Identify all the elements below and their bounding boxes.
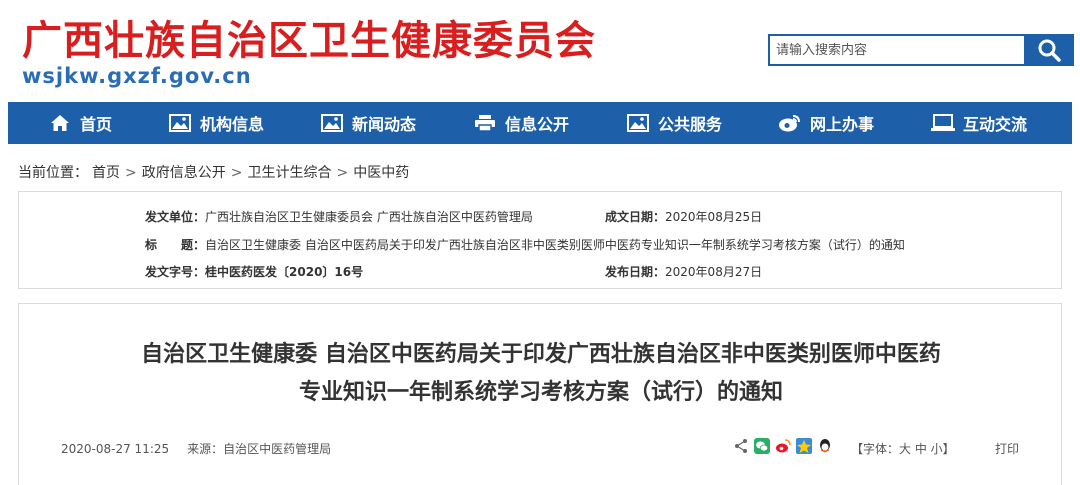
article-container: 自治区卫生健康委 自治区中医药局关于印发广西壮族自治区非中医类别医师中医药 专业… <box>18 303 1062 485</box>
wechat-icon[interactable] <box>754 438 770 454</box>
nav-item-label: 网上办事 <box>810 115 875 134</box>
breadcrumb-prefix: 当前位置： <box>18 165 88 181</box>
printer-icon <box>473 113 497 133</box>
article-meta: 2020-08-27 11:25 来源：自治区中医药管理局 <box>61 440 331 457</box>
meta-title: 标 题：自治区卫生健康委 自治区中医药局关于印发广西壮族自治区非中医类别医师中医… <box>145 236 905 253</box>
nav-item-interaction[interactable]: 互动交流 <box>931 102 1027 144</box>
nav-item-label: 首页 <box>80 115 113 134</box>
meta-created-date: 成文日期：2020年08月25日 <box>605 208 762 225</box>
breadcrumb-separator: > <box>125 165 137 181</box>
article-source: 来源：自治区中医药管理局 <box>187 442 332 456</box>
search-input[interactable] <box>776 42 1025 58</box>
share-icon[interactable] <box>733 438 749 454</box>
breadcrumb: 当前位置： 首页 > 政府信息公开 > 卫生计生综合 > 中医中药 <box>18 162 413 182</box>
nav-item-label: 信息公开 <box>505 115 570 134</box>
share-group <box>733 438 838 454</box>
meta-published-label: 发布日期： <box>605 265 666 279</box>
breadcrumb-item-home[interactable]: 首页 <box>92 165 120 181</box>
qq-icon[interactable] <box>817 438 833 454</box>
meta-title-value: 自治区卫生健康委 自治区中医药局关于印发广西壮族自治区非中医类别医师中医药专业知… <box>205 238 905 252</box>
breadcrumb-item-tcm[interactable]: 中医中药 <box>353 165 409 181</box>
nav-item-public-service[interactable]: 公共服务 <box>626 102 722 144</box>
article-title: 自治区卫生健康委 自治区中医药局关于印发广西壮族自治区非中医类别医师中医药 专业… <box>19 336 1063 412</box>
weibo-icon[interactable] <box>775 438 791 454</box>
meta-doc-number-value: 桂中医药医发〔2020〕16号 <box>205 265 364 279</box>
article-title-line: 自治区卫生健康委 自治区中医药局关于印发广西壮族自治区非中医类别医师中医药 <box>141 342 941 367</box>
font-size-control[interactable]: 【字体：大 中 小】 <box>851 440 955 457</box>
document-meta-box: 发文单位：广西壮族自治区卫生健康委员会 广西壮族自治区中医药管理局 成文日期：2… <box>18 191 1062 289</box>
meta-issuer-label: 发文单位： <box>145 210 206 224</box>
meta-doc-number: 发文字号：桂中医药医发〔2020〕16号 <box>145 263 363 280</box>
nav-item-label: 互动交流 <box>963 115 1028 134</box>
site-title[interactable]: 广西壮族自治区卫生健康委员会 <box>22 8 596 66</box>
nav-item-organization[interactable]: 机构信息 <box>168 102 264 144</box>
meta-published-value: 2020年08月27日 <box>665 265 763 279</box>
nav-item-online-service[interactable]: 网上办事 <box>778 102 874 144</box>
meta-title-label: 标 题： <box>145 238 206 252</box>
print-link[interactable]: 打印 <box>995 440 1019 457</box>
search-icon <box>1038 39 1061 62</box>
nav-item-label: 公共服务 <box>658 115 723 134</box>
meta-created-value: 2020年08月25日 <box>665 210 763 224</box>
site-header: 广西壮族自治区卫生健康委员会 wsjkw.gxzf.gov.cn <box>0 0 1080 102</box>
meta-issuer: 发文单位：广西壮族自治区卫生健康委员会 广西壮族自治区中医药管理局 <box>145 208 533 225</box>
nav-item-disclosure[interactable]: 信息公开 <box>473 102 569 144</box>
article-datetime: 2020-08-27 11:25 <box>61 442 170 456</box>
meta-created-label: 成文日期： <box>605 210 666 224</box>
site-url[interactable]: wsjkw.gxzf.gov.cn <box>22 64 252 88</box>
nav-item-home[interactable]: 首页 <box>48 102 112 144</box>
weibo-icon <box>778 113 802 133</box>
meta-published-date: 发布日期：2020年08月27日 <box>605 263 762 280</box>
nav-item-label: 新闻动态 <box>352 115 417 134</box>
meta-issuer-value: 广西壮族自治区卫生健康委员会 广西壮族自治区中医药管理局 <box>205 210 533 224</box>
breadcrumb-separator: > <box>336 165 349 181</box>
article-title-line: 专业知识一年制系统学习考核方案（试行）的通知 <box>298 380 783 405</box>
nav-item-news[interactable]: 新闻动态 <box>320 102 416 144</box>
picture-icon <box>320 113 344 133</box>
qzone-icon[interactable] <box>796 438 812 454</box>
picture-icon <box>626 113 650 133</box>
nav-item-label: 机构信息 <box>200 115 265 134</box>
breadcrumb-item-disclosure[interactable]: 政府信息公开 <box>142 165 226 181</box>
meta-doc-number-label: 发文字号： <box>145 265 206 279</box>
laptop-icon <box>931 113 955 133</box>
home-icon <box>48 113 72 133</box>
breadcrumb-item-health[interactable]: 卫生计生综合 <box>247 165 331 181</box>
search-button[interactable] <box>1024 34 1074 66</box>
search-box <box>768 34 1025 66</box>
picture-icon <box>168 113 192 133</box>
breadcrumb-separator: > <box>230 165 243 181</box>
main-nav: 首页 机构信息 新闻动态 信息公开 公共服务 网上办事 互动交流 <box>8 102 1072 144</box>
